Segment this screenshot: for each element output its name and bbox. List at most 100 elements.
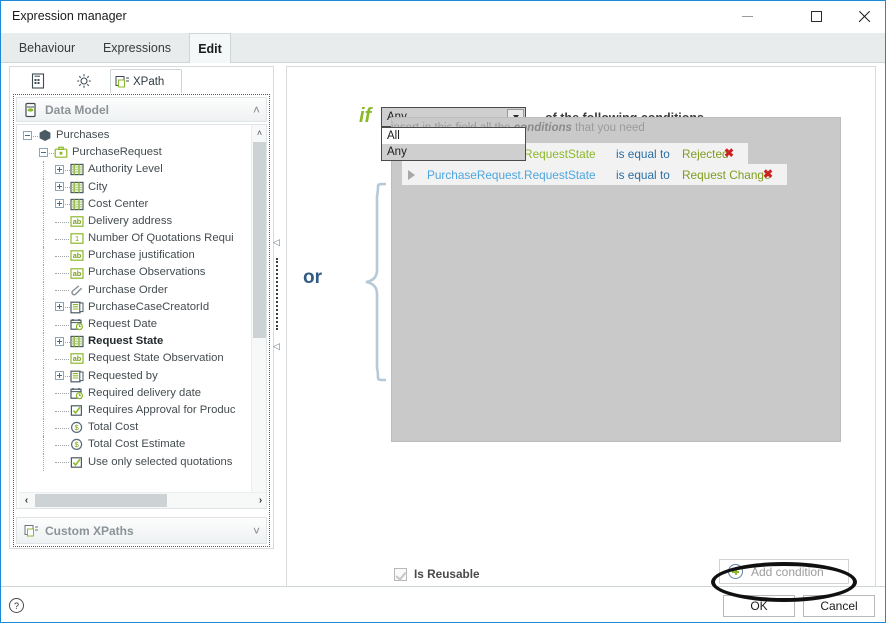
tree-guide-line <box>55 427 69 429</box>
tree-hscroll-thumb[interactable] <box>35 494 167 507</box>
tree-item[interactable]: PurchaseCaseCreatorId <box>17 298 249 317</box>
calendar-clock-icon <box>70 387 84 400</box>
minimize-icon <box>741 16 753 17</box>
condition-field[interactable]: PurchaseRequest.RequestState <box>427 168 596 182</box>
tab-behaviour[interactable]: Behaviour <box>9 33 85 63</box>
custom-xpaths-header[interactable]: Custom XPaths ˅ <box>16 517 267 544</box>
is-reusable-checkbox[interactable]: Is Reusable <box>394 567 480 581</box>
add-condition-button[interactable]: Add condition <box>719 559 849 584</box>
tree-item[interactable]: ab Delivery address <box>17 212 249 231</box>
dialog-body: XPath Data Model ˄ Purchases PurchaseReq… <box>1 63 885 603</box>
delete-condition-icon[interactable]: ✖ <box>763 167 773 181</box>
expand-icon[interactable] <box>55 164 64 174</box>
tree-item-label: Request Date <box>88 318 158 330</box>
tree-item[interactable]: 1 Number Of Quotations Requi <box>17 230 249 248</box>
tree-item-label: PurchaseCaseCreatorId <box>88 300 210 313</box>
dropdown-option-any[interactable]: Any <box>382 144 525 160</box>
briefcase-icon <box>54 146 68 159</box>
expand-icon[interactable] <box>55 182 64 192</box>
tree-item[interactable]: Purchases <box>17 127 249 144</box>
or-keyword: or <box>303 267 322 288</box>
close-button[interactable] <box>841 1 886 32</box>
tree-item[interactable]: Authority Level <box>17 161 249 179</box>
tree-guide-line <box>43 281 44 299</box>
condition-operator[interactable]: is equal to <box>616 168 670 182</box>
currency-icon: $ <box>70 438 84 451</box>
condition-row[interactable]: PurchaseRequest.RequestState is equal to… <box>402 164 787 185</box>
is-reusable-label: Is Reusable <box>414 567 480 581</box>
tree-item[interactable]: Required delivery date <box>17 384 249 402</box>
tab-expressions[interactable]: Expressions <box>93 33 181 63</box>
tree-item[interactable]: $ Total Cost Estimate <box>17 436 249 454</box>
tree-item[interactable]: City <box>17 178 249 196</box>
tree-item[interactable]: Purchase Order <box>17 281 249 299</box>
dialog-footer: ? OK Cancel <box>1 586 885 622</box>
tree-horizontal-scrollbar[interactable]: ‹ › <box>19 492 266 508</box>
tree-item[interactable]: ab Purchase justification <box>17 247 249 265</box>
splitter-grip[interactable] <box>276 258 278 330</box>
tree-item[interactable]: Requested by <box>17 367 249 385</box>
tree-guide-line <box>43 195 44 213</box>
currency-icon: $ <box>70 421 84 434</box>
tree-item[interactable]: ab Purchase Observations <box>17 264 249 282</box>
help-icon[interactable]: ? <box>9 598 24 613</box>
panel-splitter[interactable]: ◁ ◁ <box>271 213 283 413</box>
data-model-tree[interactable]: Purchases PurchaseRequest Authority Level C… <box>16 124 267 509</box>
tree-guide-line <box>43 436 44 454</box>
chevron-up-icon[interactable]: ˄ <box>253 103 260 117</box>
xpath-tab-label: XPath <box>133 75 165 88</box>
tree-item[interactable]: Request Date <box>17 316 249 334</box>
document-icon[interactable] <box>26 69 50 93</box>
scroll-right-icon[interactable]: › <box>253 493 266 508</box>
expand-triangle-icon[interactable] <box>408 170 415 180</box>
tree-item-label: Request State Observation <box>88 352 224 365</box>
expand-icon[interactable] <box>55 371 64 381</box>
minimize-button[interactable] <box>724 1 770 32</box>
collapse-left-icon[interactable]: ◁ <box>273 237 280 248</box>
tree-item-label: Delivery address <box>88 214 173 227</box>
data-model-header[interactable]: Data Model ˄ <box>16 97 267 122</box>
collapse-icon[interactable] <box>23 130 32 140</box>
tree-item-label: Number Of Quotations Requi <box>88 232 234 245</box>
ab-text-icon: ab <box>70 215 84 228</box>
match-type-dropdown-list[interactable]: All Any <box>381 127 526 161</box>
gear-icon[interactable] <box>72 69 96 93</box>
tree-item[interactable]: Cost Center <box>17 195 249 213</box>
svg-text:ab: ab <box>73 269 82 278</box>
expand-icon[interactable] <box>55 302 64 312</box>
title-bar: Expression manager <box>1 1 885 33</box>
maximize-button[interactable] <box>793 1 839 32</box>
tree-guide-line <box>55 273 69 275</box>
cancel-button[interactable]: Cancel <box>803 595 875 617</box>
tree-item[interactable]: Use only selected quotations <box>17 453 249 471</box>
dropdown-option-all[interactable]: All <box>382 128 525 144</box>
expand-icon[interactable] <box>55 199 64 209</box>
ab-text-icon: ab <box>70 249 84 262</box>
tree-item[interactable]: Request State <box>17 333 249 351</box>
collapse-left-icon-2[interactable]: ◁ <box>273 341 280 352</box>
expand-icon[interactable] <box>55 336 64 346</box>
tree-guide-line <box>55 444 69 446</box>
tree-vscroll-thumb[interactable] <box>253 142 266 338</box>
delete-condition-icon[interactable]: ✖ <box>724 146 734 160</box>
xpath-tab[interactable]: XPath <box>110 69 182 93</box>
scroll-left-icon[interactable]: ‹ <box>19 493 34 508</box>
condition-value[interactable]: Request Change <box>682 168 771 182</box>
tree-item[interactable]: PurchaseRequest <box>17 144 249 161</box>
tab-edit[interactable]: Edit <box>189 33 231 64</box>
condition-operator[interactable]: is equal to <box>616 147 670 161</box>
collapse-icon[interactable] <box>39 147 48 157</box>
ok-button[interactable]: OK <box>723 595 795 617</box>
chevron-down-icon[interactable]: ˅ <box>253 524 260 538</box>
custom-xpaths-title: Custom XPaths <box>45 523 134 538</box>
tree-item[interactable]: ab Request State Observation <box>17 350 249 368</box>
tree-guide-line <box>43 402 44 420</box>
data-model-title: Data Model <box>45 102 110 117</box>
tree-item[interactable]: Requires Approval for Produc <box>17 402 249 420</box>
checkbox-icon <box>394 567 407 581</box>
tree-vertical-scrollbar[interactable]: ˄ ˅ <box>251 125 266 508</box>
tree-item[interactable]: $ Total Cost <box>17 419 249 437</box>
scroll-up-icon[interactable]: ˄ <box>252 125 266 140</box>
tree-guide-line <box>43 333 44 351</box>
condition-value[interactable]: Rejected <box>682 147 729 161</box>
